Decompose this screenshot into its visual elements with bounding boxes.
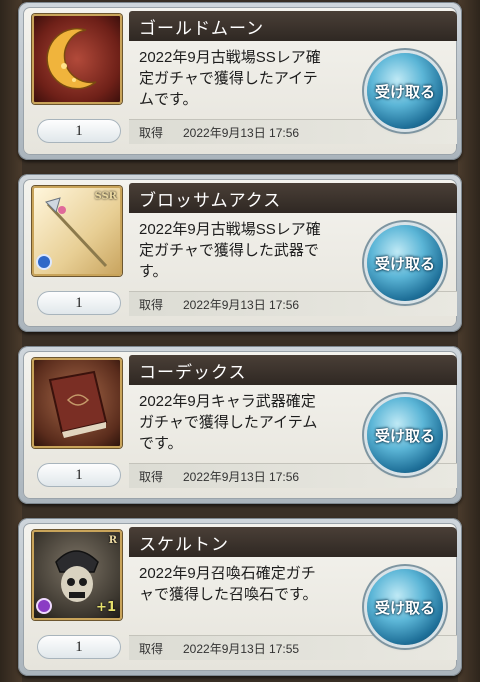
item-name: スケルトン <box>139 535 229 555</box>
description-line: ガチャで獲得したアイテム <box>139 414 318 431</box>
item-title-bar: スケルトン <box>129 527 457 557</box>
receive-button-label: 受け取る <box>374 426 435 445</box>
item-title-bar: ブロッサムアクス <box>129 183 457 213</box>
received-label: 取得 <box>139 126 164 140</box>
received-date: 2022年9月13日 17:56 <box>183 298 300 312</box>
receive-button-label: 受け取る <box>374 82 435 101</box>
gold-moon-icon <box>32 14 122 104</box>
item-count: 1 <box>37 463 121 487</box>
received-label: 取得 <box>139 298 164 312</box>
item-title-bar: ゴールドムーン <box>129 11 457 41</box>
description-line: ムです。 <box>139 91 198 108</box>
receive-button-label: 受け取る <box>374 254 435 273</box>
receive-button[interactable]: 受け取る <box>367 225 443 301</box>
description-line: ャで獲得した召喚石です。 <box>139 586 318 603</box>
codex-book-icon <box>32 358 122 448</box>
item-name: コーデックス <box>139 363 247 383</box>
item-description: 2022年9月古戦場SSレア確 定ガチャで獲得した武器で す。 <box>139 219 361 282</box>
item-description: 2022年9月召喚石確定ガチ ャで獲得した召喚石です。 <box>139 563 361 605</box>
item-count: 1 <box>37 291 121 315</box>
item-description: 2022年9月キャラ武器確定 ガチャで獲得したアイテム です。 <box>139 391 361 454</box>
description-line: す。 <box>139 263 168 280</box>
description-line: 2022年9月キャラ武器確定 <box>139 393 316 410</box>
skeleton-summon-icon: R +1 <box>32 530 122 620</box>
received-date: 2022年9月13日 17:56 <box>183 126 300 140</box>
gift-item-card: ゴールドムーン 2022年9月古戦場SSレア確 定ガチャで獲得したアイテ ムです… <box>18 2 462 160</box>
description-line: 2022年9月古戦場SSレア確 <box>139 221 321 238</box>
blossom-axe-icon: SSR <box>32 186 122 276</box>
description-line: 2022年9月古戦場SSレア確 <box>139 49 321 66</box>
received-date: 2022年9月13日 17:56 <box>183 470 300 484</box>
description-line: です。 <box>139 435 183 452</box>
rarity-badge: R <box>108 535 117 546</box>
item-name: ゴールドムーン <box>139 19 265 39</box>
gift-item-card: コーデックス 2022年9月キャラ武器確定 ガチャで獲得したアイテム です。 1… <box>18 346 462 504</box>
item-description: 2022年9月古戦場SSレア確 定ガチャで獲得したアイテ ムです。 <box>139 47 361 110</box>
gift-item-card: SSR ブロッサムアクス 2022年9月古戦場SSレア確 定ガチャで獲得した武器… <box>18 174 462 332</box>
description-line: 定ガチャで獲得した武器で <box>139 242 319 259</box>
item-name: ブロッサムアクス <box>139 191 282 211</box>
receive-button[interactable]: 受け取る <box>367 397 443 473</box>
gift-item-card: R +1 スケルトン 2022年9月召喚石確定ガチ ャで獲得した召喚石です。 1… <box>18 518 462 676</box>
rarity-badge: SSR <box>94 191 117 202</box>
description-line: 定ガチャで獲得したアイテ <box>139 70 318 87</box>
received-label: 取得 <box>139 470 164 484</box>
description-line: 2022年9月召喚石確定ガチ <box>139 565 316 582</box>
receive-button[interactable]: 受け取る <box>367 53 443 129</box>
item-count: 1 <box>37 635 121 659</box>
item-title-bar: コーデックス <box>129 355 457 385</box>
received-date: 2022年9月13日 17:55 <box>183 642 300 656</box>
received-label: 取得 <box>139 642 164 656</box>
receive-button[interactable]: 受け取る <box>367 569 443 645</box>
item-count: 1 <box>37 119 121 143</box>
receive-button-label: 受け取る <box>374 598 435 617</box>
bonus-badge: +1 <box>96 600 116 615</box>
